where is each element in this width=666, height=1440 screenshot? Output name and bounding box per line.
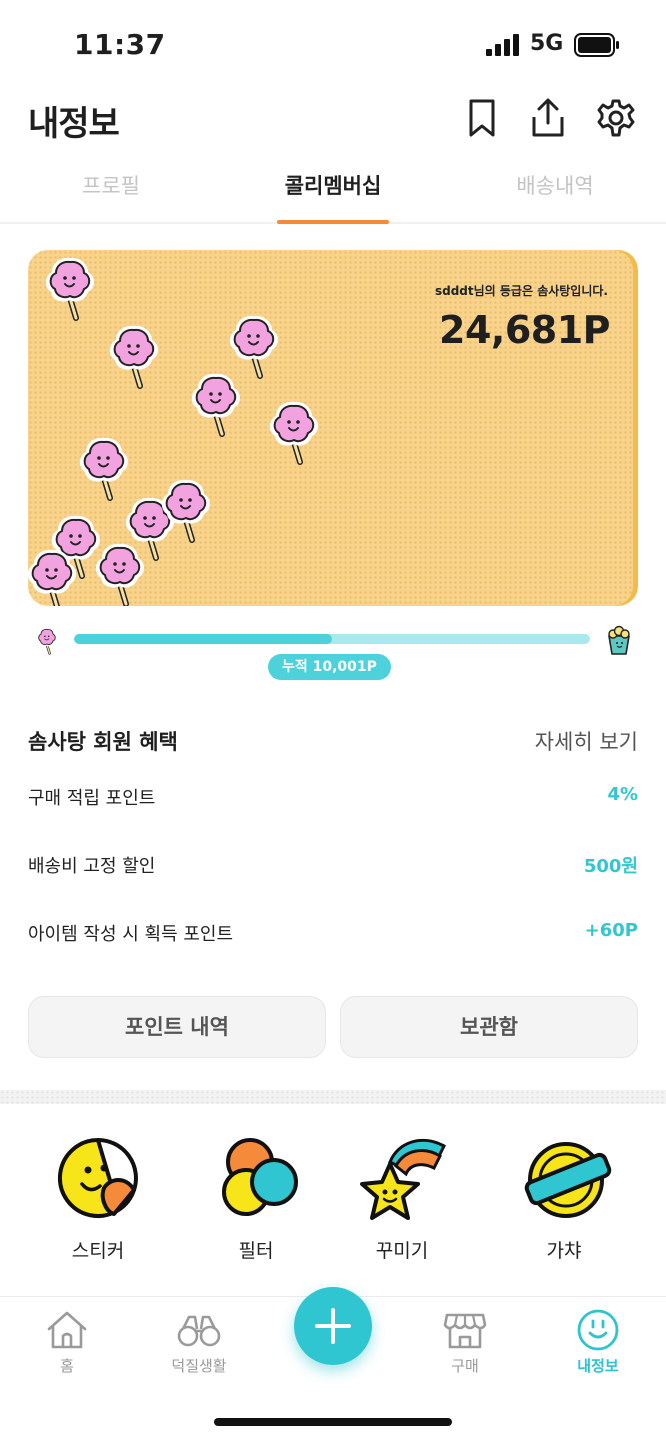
benefit-row: 아이템 작성 시 획득 포인트 +60P: [28, 900, 638, 968]
benefit-label: 아이템 작성 시 획득 포인트: [28, 924, 234, 945]
gear-icon[interactable]: [596, 96, 636, 140]
share-icon[interactable]: [528, 96, 568, 140]
cotton-candy-icon: [90, 540, 150, 606]
add-post-button[interactable]: [294, 1287, 372, 1365]
shortcut-label: 가챠: [546, 1240, 582, 1262]
cotton-candy-icon: [156, 476, 216, 546]
status-bar: 11:37 5G: [0, 0, 666, 88]
shortcut-label: 꾸미기: [375, 1240, 429, 1262]
benefit-value: +60P: [584, 920, 638, 941]
tab-bar: 프로필 콜리멤버십 배송내역: [0, 152, 666, 224]
battery-icon: [574, 33, 619, 57]
sticker-icon: [56, 1136, 140, 1220]
nav-shop[interactable]: 구매: [410, 1307, 520, 1376]
storage-button[interactable]: 보관함: [340, 996, 638, 1058]
filter-icon: [222, 1138, 298, 1216]
accumulated-points-label: 누적 10,001P: [268, 654, 391, 680]
popcorn-icon: [608, 625, 630, 655]
nav-label: 내정보: [577, 1357, 619, 1375]
benefit-label: 구매 적립 포인트: [28, 788, 156, 809]
cotton-candy-icon: [264, 398, 324, 468]
cotton-candy-icon: [40, 254, 100, 324]
benefit-row: 구매 적립 포인트 4%: [28, 764, 638, 832]
shortcut-grid: 스티커 필터 꾸미기 가챠: [0, 1128, 666, 1268]
see-details-link[interactable]: 자세히 보기: [535, 726, 638, 756]
page-title: 내정보: [28, 104, 120, 144]
shortcut-label: 필터: [238, 1240, 274, 1262]
home-icon: [47, 1311, 87, 1349]
network-type: 5G: [530, 31, 564, 56]
nav-label: 홈: [60, 1357, 74, 1375]
cotton-candy-icon: [35, 626, 59, 655]
section-divider: [0, 1090, 666, 1104]
app-header: 내정보: [0, 88, 666, 152]
nav-fan-life[interactable]: 덕질생활: [144, 1307, 254, 1376]
cotton-candy-icon: [28, 546, 82, 606]
tab-profile[interactable]: 프로필: [0, 152, 222, 222]
tab-shipping[interactable]: 배송내역: [444, 152, 666, 222]
grade-progress: 누적 10,001P: [28, 620, 638, 684]
benefit-row: 배송비 고정 할인 500원: [28, 832, 638, 900]
tab-membership[interactable]: 콜리멤버십: [222, 152, 444, 222]
benefit-value: 500원: [583, 856, 638, 877]
shortcut-label: 스티커: [71, 1240, 125, 1262]
status-time: 11:37: [74, 28, 166, 61]
shortcut-gacha[interactable]: 가챠: [504, 1128, 624, 1268]
benefits-title: 솜사탕 회원 혜택: [28, 730, 178, 754]
smiley-icon: [577, 1309, 619, 1351]
benefits-header: 솜사탕 회원 혜택 자세히 보기: [28, 720, 638, 764]
benefit-label: 배송비 고정 할인: [28, 856, 156, 877]
points-total: 24,681P: [439, 308, 611, 352]
shortcut-sticker[interactable]: 스티커: [38, 1128, 158, 1268]
shortcut-decorate[interactable]: 꾸미기: [342, 1128, 462, 1268]
gacha-icon: [524, 1142, 612, 1218]
grade-text: sdddt님의 등급은 솜사탕입니다.: [434, 284, 608, 298]
nav-home[interactable]: 홈: [12, 1307, 122, 1376]
cotton-candy-icon: [104, 322, 164, 392]
binoculars-icon: [177, 1315, 221, 1347]
points-history-button[interactable]: 포인트 내역: [28, 996, 326, 1058]
nav-my-info[interactable]: 내정보: [543, 1307, 653, 1376]
benefits-section: 솜사탕 회원 혜택 자세히 보기 구매 적립 포인트 4% 배송비 고정 할인 …: [28, 720, 638, 968]
benefit-value: 4%: [607, 784, 638, 805]
cotton-candy-icon: [186, 370, 246, 440]
progress-fill: [74, 634, 332, 644]
decorate-star-icon: [360, 1138, 446, 1220]
plus-icon: [315, 1308, 351, 1344]
home-indicator: [214, 1418, 452, 1426]
shortcut-filter[interactable]: 필터: [196, 1128, 316, 1268]
nav-label: 덕질생활: [171, 1357, 227, 1375]
shop-icon: [443, 1313, 487, 1349]
nav-label: 구매: [451, 1357, 479, 1375]
cellular-signal-icon: [486, 34, 519, 56]
progress-track: [74, 634, 590, 644]
membership-card: sdddt님의 등급은 솜사탕입니다. 24,681P: [28, 250, 638, 606]
bookmark-icon[interactable]: [462, 96, 502, 140]
